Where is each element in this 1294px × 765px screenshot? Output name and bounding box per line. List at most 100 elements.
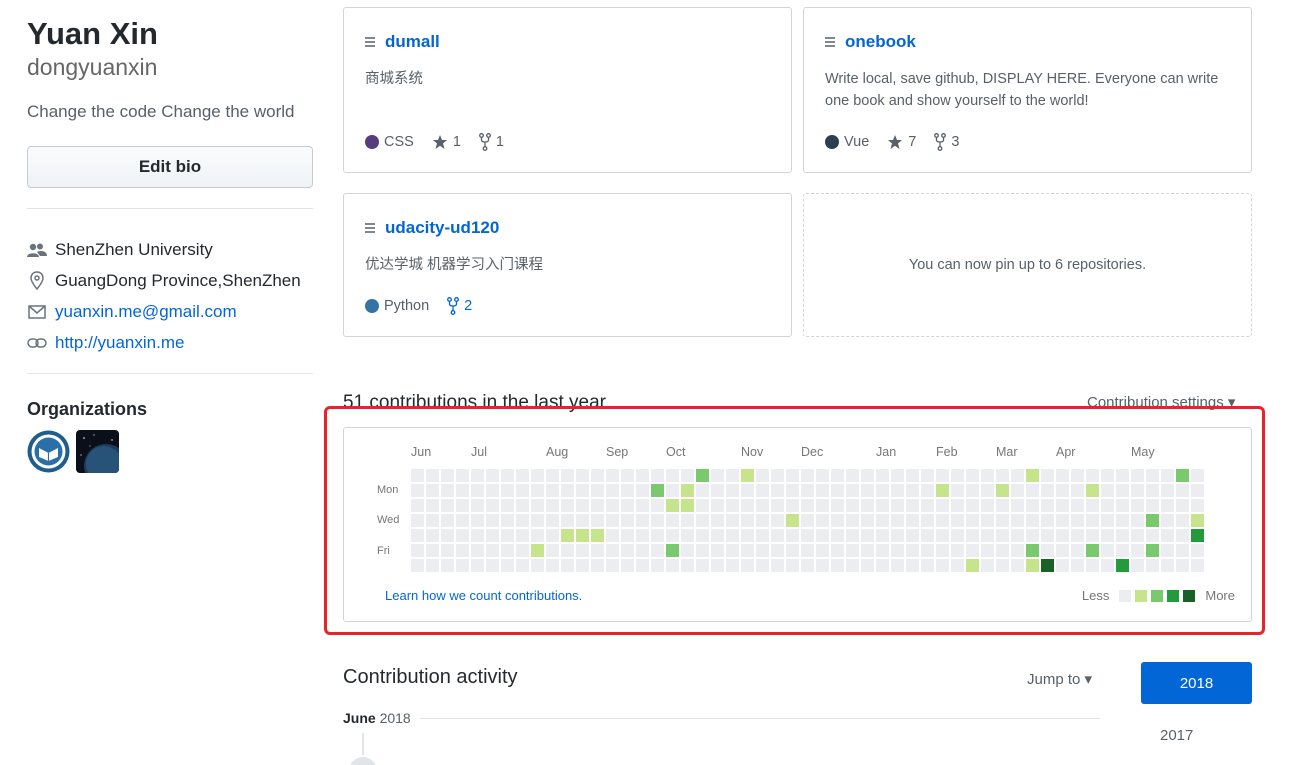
- contribution-day-cell[interactable]: [1176, 499, 1189, 512]
- contribution-day-cell[interactable]: [1191, 559, 1204, 572]
- contribution-day-cell[interactable]: [951, 544, 964, 557]
- contribution-day-cell[interactable]: [786, 484, 799, 497]
- contribution-day-cell[interactable]: [501, 514, 514, 527]
- contribution-day-cell[interactable]: [501, 559, 514, 572]
- contribution-day-cell[interactable]: [681, 499, 694, 512]
- contribution-day-cell[interactable]: [456, 484, 469, 497]
- contribution-day-cell[interactable]: [1026, 499, 1039, 512]
- contribution-day-cell[interactable]: [441, 514, 454, 527]
- contribution-day-cell[interactable]: [816, 559, 829, 572]
- contribution-day-cell[interactable]: [1176, 544, 1189, 557]
- contribution-settings-dropdown[interactable]: Contribution settings ▾: [1087, 393, 1235, 411]
- contribution-day-cell[interactable]: [756, 544, 769, 557]
- contribution-day-cell[interactable]: [606, 499, 619, 512]
- contribution-day-cell[interactable]: [426, 559, 439, 572]
- contribution-day-cell[interactable]: [621, 529, 634, 542]
- contribution-day-cell[interactable]: [981, 469, 994, 482]
- contribution-day-cell[interactable]: [456, 514, 469, 527]
- contribution-day-cell[interactable]: [726, 559, 739, 572]
- contribution-day-cell[interactable]: [456, 529, 469, 542]
- contribution-day-cell[interactable]: [636, 529, 649, 542]
- contribution-day-cell[interactable]: [1161, 559, 1174, 572]
- contribution-day-cell[interactable]: [741, 559, 754, 572]
- contribution-day-cell[interactable]: [1161, 499, 1174, 512]
- contribution-day-cell[interactable]: [981, 529, 994, 542]
- contribution-day-cell[interactable]: [1041, 559, 1054, 572]
- contribution-day-cell[interactable]: [486, 484, 499, 497]
- contribution-day-cell[interactable]: [891, 529, 904, 542]
- contribution-day-cell[interactable]: [801, 514, 814, 527]
- contribution-day-cell[interactable]: [681, 559, 694, 572]
- contribution-day-cell[interactable]: [1056, 544, 1069, 557]
- contribution-day-cell[interactable]: [1071, 484, 1084, 497]
- contribution-day-cell[interactable]: [1026, 544, 1039, 557]
- contribution-day-cell[interactable]: [1086, 499, 1099, 512]
- contribution-day-cell[interactable]: [711, 559, 724, 572]
- contribution-day-cell[interactable]: [471, 469, 484, 482]
- contribution-day-cell[interactable]: [651, 559, 664, 572]
- repo-link[interactable]: dumall: [385, 32, 440, 52]
- contribution-day-cell[interactable]: [546, 469, 559, 482]
- contribution-day-cell[interactable]: [801, 559, 814, 572]
- contribution-day-cell[interactable]: [786, 559, 799, 572]
- contribution-day-cell[interactable]: [1116, 499, 1129, 512]
- contribution-day-cell[interactable]: [816, 514, 829, 527]
- contribution-day-cell[interactable]: [951, 529, 964, 542]
- contribution-day-cell[interactable]: [996, 529, 1009, 542]
- contribution-day-cell[interactable]: [1026, 559, 1039, 572]
- contribution-day-cell[interactable]: [936, 484, 949, 497]
- contribution-day-cell[interactable]: [726, 529, 739, 542]
- contribution-day-cell[interactable]: [876, 514, 889, 527]
- contribution-day-cell[interactable]: [486, 469, 499, 482]
- contribution-day-cell[interactable]: [531, 559, 544, 572]
- contribution-day-cell[interactable]: [681, 514, 694, 527]
- contribution-day-cell[interactable]: [546, 559, 559, 572]
- contribution-day-cell[interactable]: [1071, 469, 1084, 482]
- contribution-day-cell[interactable]: [1011, 544, 1024, 557]
- contribution-day-cell[interactable]: [606, 559, 619, 572]
- contribution-day-cell[interactable]: [846, 469, 859, 482]
- contribution-day-cell[interactable]: [651, 484, 664, 497]
- contribution-day-cell[interactable]: [666, 469, 679, 482]
- contribution-day-cell[interactable]: [831, 469, 844, 482]
- contribution-day-cell[interactable]: [1101, 499, 1114, 512]
- contribution-day-cell[interactable]: [606, 529, 619, 542]
- contribution-day-cell[interactable]: [411, 559, 424, 572]
- contribution-day-cell[interactable]: [891, 514, 904, 527]
- contribution-day-cell[interactable]: [831, 529, 844, 542]
- contribution-day-cell[interactable]: [996, 484, 1009, 497]
- contribution-day-cell[interactable]: [696, 559, 709, 572]
- contribution-day-cell[interactable]: [891, 544, 904, 557]
- contribution-day-cell[interactable]: [1041, 469, 1054, 482]
- contribution-day-cell[interactable]: [786, 544, 799, 557]
- contribution-day-cell[interactable]: [441, 484, 454, 497]
- contribution-day-cell[interactable]: [861, 469, 874, 482]
- contribution-day-cell[interactable]: [846, 514, 859, 527]
- contribution-day-cell[interactable]: [1146, 484, 1159, 497]
- contribution-day-cell[interactable]: [501, 529, 514, 542]
- contribution-day-cell[interactable]: [441, 469, 454, 482]
- contribution-day-cell[interactable]: [831, 484, 844, 497]
- contribution-day-cell[interactable]: [606, 484, 619, 497]
- contribution-day-cell[interactable]: [771, 469, 784, 482]
- contribution-day-cell[interactable]: [831, 514, 844, 527]
- contribution-day-cell[interactable]: [846, 529, 859, 542]
- contribution-day-cell[interactable]: [996, 559, 1009, 572]
- contribution-day-cell[interactable]: [1011, 484, 1024, 497]
- contribution-day-cell[interactable]: [516, 484, 529, 497]
- contribution-day-cell[interactable]: [1011, 469, 1024, 482]
- contribution-day-cell[interactable]: [426, 484, 439, 497]
- contribution-day-cell[interactable]: [606, 514, 619, 527]
- contribution-day-cell[interactable]: [846, 559, 859, 572]
- contribution-day-cell[interactable]: [1086, 529, 1099, 542]
- contribution-day-cell[interactable]: [981, 559, 994, 572]
- contribution-day-cell[interactable]: [936, 514, 949, 527]
- contribution-day-cell[interactable]: [561, 484, 574, 497]
- contribution-day-cell[interactable]: [1131, 484, 1144, 497]
- contribution-day-cell[interactable]: [651, 499, 664, 512]
- contribution-day-cell[interactable]: [771, 499, 784, 512]
- contribution-day-cell[interactable]: [636, 484, 649, 497]
- contribution-day-cell[interactable]: [1176, 529, 1189, 542]
- contribution-day-cell[interactable]: [591, 544, 604, 557]
- contribution-day-cell[interactable]: [696, 514, 709, 527]
